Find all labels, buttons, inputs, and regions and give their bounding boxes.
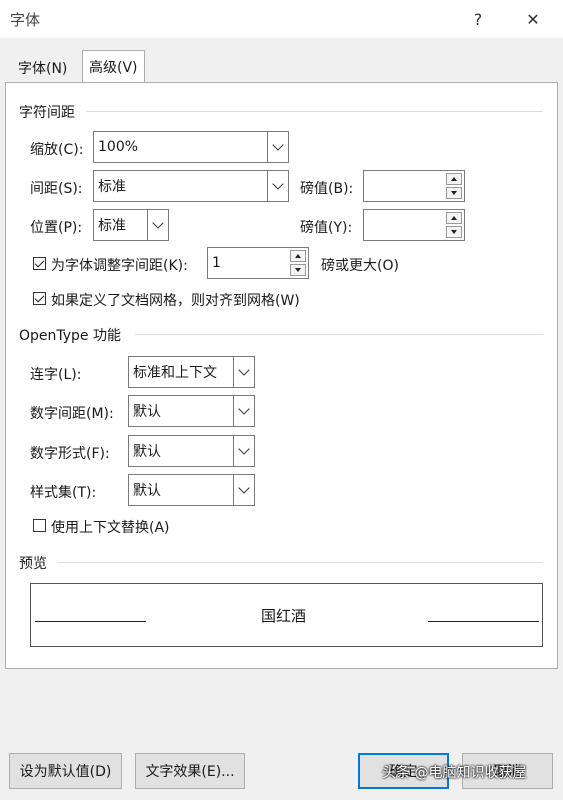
stylistic-sets-value: 默认 bbox=[133, 483, 161, 499]
spin-up-icon[interactable] bbox=[446, 212, 462, 224]
chevron-down-icon[interactable] bbox=[233, 436, 254, 466]
tab-font[interactable]: 字体(N) bbox=[12, 54, 73, 82]
position-by-spinner[interactable] bbox=[363, 209, 465, 241]
spin-down-icon[interactable] bbox=[290, 264, 306, 276]
spacing-by-spinner[interactable] bbox=[363, 170, 465, 202]
chevron-down-icon[interactable] bbox=[267, 171, 288, 201]
contextual-alternates-checkbox[interactable] bbox=[33, 519, 46, 532]
opentype-section-title: OpenType 功能 bbox=[19, 325, 121, 345]
tab-advanced[interactable]: 高级(V) bbox=[82, 50, 145, 83]
text-effects-button[interactable]: 文字效果(E)... bbox=[135, 753, 245, 789]
help-button[interactable]: ? bbox=[460, 4, 496, 34]
scale-combo[interactable]: 100% bbox=[93, 131, 289, 163]
kerning-suffix: 磅或更大(O) bbox=[321, 258, 399, 274]
position-value: 标准 bbox=[98, 218, 126, 234]
spin-up-icon[interactable] bbox=[446, 173, 462, 185]
number-forms-combo[interactable]: 默认 bbox=[128, 435, 255, 467]
scale-value: 100% bbox=[98, 139, 139, 155]
spacing-value: 标准 bbox=[98, 179, 126, 195]
preview-box: 国红酒 bbox=[30, 583, 543, 647]
number-spacing-label: 数字间距(M): bbox=[30, 406, 114, 422]
chevron-down-icon[interactable] bbox=[233, 357, 254, 387]
contextual-alternates-label: 使用上下文替换(A) bbox=[51, 520, 170, 536]
section-separator bbox=[86, 111, 543, 112]
spacing-label: 间距(S): bbox=[30, 181, 83, 197]
spin-up-icon[interactable] bbox=[290, 250, 306, 262]
chevron-down-icon[interactable] bbox=[233, 475, 254, 505]
chevron-down-icon[interactable] bbox=[233, 396, 254, 426]
kerning-label: 为字体调整字间距(K): bbox=[51, 258, 188, 274]
stylistic-sets-combo[interactable]: 默认 bbox=[128, 474, 255, 506]
checkmark-icon bbox=[34, 292, 45, 302]
help-icon: ? bbox=[473, 9, 483, 29]
section-separator bbox=[58, 562, 543, 563]
spacing-by-label: 磅值(B): bbox=[300, 181, 354, 197]
spacing-combo[interactable]: 标准 bbox=[93, 170, 289, 202]
position-label: 位置(P): bbox=[30, 220, 83, 236]
number-spacing-value: 默认 bbox=[133, 404, 161, 420]
spacing-by-value bbox=[364, 171, 446, 201]
number-forms-label: 数字形式(F): bbox=[30, 446, 110, 462]
set-default-button[interactable]: 设为默认值(D) bbox=[9, 753, 122, 789]
section-separator bbox=[135, 334, 543, 335]
close-icon: ✕ bbox=[526, 9, 540, 29]
stylistic-sets-label: 样式集(T): bbox=[30, 485, 97, 501]
preview-baseline-left bbox=[35, 621, 146, 622]
ligatures-combo[interactable]: 标准和上下文 bbox=[128, 356, 255, 388]
close-button[interactable]: ✕ bbox=[515, 4, 551, 34]
ligatures-value: 标准和上下文 bbox=[133, 365, 217, 381]
watermark-text: 头条 @电脑知识收获屋 bbox=[382, 765, 527, 781]
preview-section-title: 预览 bbox=[19, 553, 47, 573]
spin-down-icon[interactable] bbox=[446, 187, 462, 199]
spin-down-icon[interactable] bbox=[446, 226, 462, 238]
position-by-label: 磅值(Y): bbox=[300, 220, 353, 236]
dialog-title: 字体 bbox=[10, 11, 41, 29]
ligatures-label: 连字(L): bbox=[30, 367, 82, 383]
char-spacing-section-title: 字符间距 bbox=[19, 102, 75, 122]
grid-align-checkbox[interactable] bbox=[33, 292, 46, 305]
kerning-checkbox[interactable] bbox=[33, 257, 46, 270]
chevron-down-icon[interactable] bbox=[267, 132, 288, 162]
position-by-value bbox=[364, 210, 446, 240]
preview-baseline-right bbox=[428, 621, 539, 622]
kerning-value: 1 bbox=[212, 255, 221, 271]
kerning-spinner[interactable]: 1 bbox=[207, 247, 309, 279]
grid-align-label: 如果定义了文档网格，则对齐到网格(W) bbox=[51, 293, 300, 309]
number-spacing-combo[interactable]: 默认 bbox=[128, 395, 255, 427]
checkmark-icon bbox=[34, 257, 45, 267]
chevron-down-icon[interactable] bbox=[147, 210, 168, 240]
number-forms-value: 默认 bbox=[133, 444, 161, 460]
preview-sample-text: 国红酒 bbox=[261, 607, 307, 625]
position-combo[interactable]: 标准 bbox=[93, 209, 169, 241]
scale-label: 缩放(C): bbox=[30, 142, 84, 158]
